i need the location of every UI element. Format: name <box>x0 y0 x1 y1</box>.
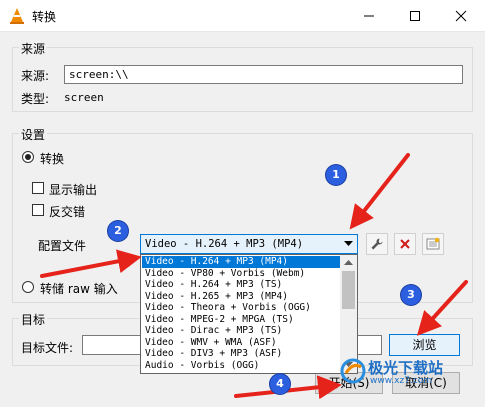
close-icon <box>455 10 467 22</box>
step-badge-4: 4 <box>270 374 290 394</box>
wrench-icon <box>371 238 383 250</box>
dropdown-option[interactable]: Video - MPEG-2 + MPGA (TS) <box>142 314 340 326</box>
watermark-url: www.xz7.com <box>370 376 432 386</box>
scrollbar-thumb[interactable] <box>342 271 355 309</box>
dropdown-option[interactable]: Video - H.264 + MP3 (TS) <box>142 279 340 291</box>
show-output-checkbox[interactable] <box>32 182 44 194</box>
new-profile-button[interactable] <box>422 233 444 255</box>
target-group-label: 目标 <box>19 311 48 328</box>
watermark-logo-icon <box>340 358 366 384</box>
dropdown-option[interactable]: Video - DIV3 + MP3 (ASF) <box>142 348 340 360</box>
close-button[interactable] <box>438 0 484 32</box>
dropdown-option[interactable]: Video - H.264 + MP3 (MP4) <box>142 256 340 268</box>
convert-label: 转换 <box>40 152 65 166</box>
dump-raw-radio[interactable] <box>22 281 34 293</box>
vlc-cone-icon <box>10 8 24 24</box>
step-badge-1: 1 <box>326 165 346 185</box>
deinterlace-checkbox[interactable] <box>32 204 44 216</box>
type-label: 类型: <box>21 92 50 106</box>
delete-profile-button[interactable] <box>394 233 416 255</box>
convert-dialog: 转换 来源 来源: screen:\\ 类型: screen 设置 转换 显示输… <box>0 0 485 407</box>
deinterlace-label: 反交错 <box>49 205 86 219</box>
step-badge-2: 2 <box>108 221 128 241</box>
dropdown-scrollbar[interactable] <box>340 255 357 373</box>
delete-icon <box>400 239 410 249</box>
step-badge-3: 3 <box>401 285 421 305</box>
dump-raw-label: 转储 raw 输入 <box>40 282 118 296</box>
watermark-name: 极光下载站 <box>368 359 444 377</box>
edit-profile-button[interactable] <box>366 233 388 255</box>
target-file-label: 目标文件: <box>21 341 74 355</box>
dropdown-option[interactable]: Video - H.265 + MP3 (MP4) <box>142 291 340 303</box>
convert-radio[interactable] <box>22 151 34 163</box>
dropdown-option[interactable]: Video - Dirac + MP3 (TS) <box>142 325 340 337</box>
maximize-icon <box>410 11 420 21</box>
chevron-down-icon <box>344 241 353 246</box>
dropdown-option[interactable]: Video - Theora + Vorbis (OGG) <box>142 302 340 314</box>
maximize-button[interactable] <box>392 0 438 32</box>
dropdown-option[interactable]: Audio - Vorbis (OGG) <box>142 360 340 372</box>
source-label: 来源: <box>21 69 50 83</box>
minimize-icon <box>364 15 374 17</box>
profile-select[interactable]: Video - H.264 + MP3 (MP4) <box>140 234 358 254</box>
settings-group-label: 设置 <box>19 126 48 143</box>
minimize-button[interactable] <box>346 0 392 32</box>
scroll-up-icon[interactable] <box>344 260 353 266</box>
window-title: 转换 <box>32 10 57 24</box>
source-group-label: 来源 <box>19 40 48 57</box>
list-add-icon <box>426 237 440 250</box>
show-output-label: 显示输出 <box>49 183 98 197</box>
profile-selected-value: Video - H.264 + MP3 (MP4) <box>145 238 304 250</box>
dropdown-option[interactable]: Video - VP80 + Vorbis (Webm) <box>142 268 340 280</box>
title-bar: 转换 <box>0 0 485 32</box>
type-value: screen <box>64 91 104 104</box>
profile-label: 配置文件 <box>38 239 87 253</box>
source-input[interactable]: screen:\\ <box>64 65 463 84</box>
dropdown-option[interactable]: Video - WMV + WMA (ASF) <box>142 337 340 349</box>
browse-button[interactable]: 浏览 <box>389 334 460 356</box>
profile-dropdown-list: Video - H.264 + MP3 (MP4) Video - VP80 +… <box>140 254 358 374</box>
